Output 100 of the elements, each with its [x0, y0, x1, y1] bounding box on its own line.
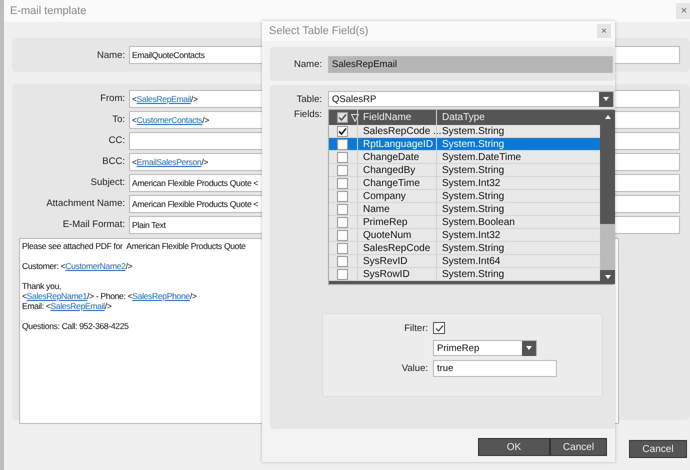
body-text: /> - Phone: < — [87, 291, 132, 301]
field-label: From: — [99, 93, 126, 104]
body-text: Please see attached PDF for American Flexible Products Quote — [22, 241, 246, 251]
body-text: Customer: < — [22, 261, 66, 271]
field-value: EmailQuoteContacts — [132, 50, 205, 60]
table-dropdown[interactable]: QSalesRP — [328, 91, 614, 107]
row-checkbox[interactable] — [337, 256, 348, 266]
close-button[interactable]: × — [597, 24, 611, 38]
grid-row[interactable]: SalesRepCode ...System.String — [329, 125, 600, 138]
close-button[interactable]: × — [676, 3, 690, 19]
field-name: ChangeDate — [363, 152, 420, 162]
grid-row[interactable]: ChangedBy System.String — [329, 164, 600, 177]
grid-row[interactable]: PrimeRep System.Boolean — [329, 216, 600, 229]
field-name: SalesRepCode — [363, 242, 430, 254]
body-text: Email: < — [22, 301, 51, 311]
field-label: Value: — [400, 362, 429, 374]
field-name: ChangedBy — [363, 164, 416, 176]
cancel-button[interactable]: Cancel — [629, 440, 687, 458]
data-type: System.String — [442, 138, 504, 150]
grid-row[interactable]: SalesRepCode System.String — [329, 242, 600, 255]
data-type: System.Int32 — [442, 230, 500, 240]
field-text: /> — [201, 156, 208, 166]
body-text: /> — [190, 291, 197, 301]
grid-row[interactable]: Company System.String — [329, 190, 600, 203]
field-text: American Flexible Products Quote < — [132, 198, 258, 208]
field-value: SalesRepEmail — [332, 58, 397, 70]
filter-checkbox[interactable] — [433, 322, 445, 334]
field-text: < — [132, 94, 137, 104]
window-title: E-mail template — [10, 5, 86, 17]
field-label: E-Mail Format: — [62, 219, 126, 230]
tag-link[interactable]: SalesRepPhone — [132, 291, 190, 301]
field-label: Name: — [293, 58, 323, 70]
field-label: Name: — [96, 50, 126, 60]
grid-row[interactable]: RptLanguageID System.String — [329, 138, 600, 151]
field-text: /> — [202, 114, 209, 124]
field-text: Plain Text — [132, 220, 166, 230]
row-checkbox[interactable] — [337, 230, 348, 240]
field-value: true — [437, 362, 454, 374]
field-label: Table: — [296, 94, 323, 104]
field-name: Company — [363, 190, 406, 202]
scrollbar[interactable] — [600, 110, 615, 284]
field-name: ChangeTime — [363, 178, 420, 188]
grid-row[interactable]: SysRevID System.Int64 — [329, 255, 600, 268]
field-name: SysRowID — [363, 268, 410, 280]
field-label: CC: — [108, 135, 126, 146]
row-checkbox[interactable] — [337, 190, 348, 202]
field-name: SalesRepCode ... — [363, 126, 442, 136]
field-name: QuoteNum — [363, 230, 412, 240]
row-checkbox[interactable] — [337, 178, 348, 188]
grid-row[interactable]: QuoteNum System.Int32 — [329, 229, 600, 242]
row-checkbox[interactable] — [337, 204, 348, 214]
tag-link[interactable]: EmailSalesPerson — [136, 156, 202, 166]
grid-row[interactable]: ChangeTime System.Int32 — [329, 177, 600, 190]
data-type: System.Boolean — [442, 216, 515, 228]
data-type: System.String — [442, 190, 504, 202]
row-checkbox[interactable] — [337, 242, 348, 254]
data-type: System.Int32 — [442, 178, 500, 188]
tag-link[interactable]: SalesRepName1 — [26, 291, 88, 301]
tag-link[interactable]: SalesRepEmail — [50, 301, 105, 311]
row-checkbox[interactable] — [337, 268, 348, 280]
field-name: SysRevID — [363, 256, 408, 266]
field-label: Subject: — [90, 177, 126, 188]
row-checkbox[interactable] — [337, 216, 348, 228]
tag-link[interactable]: CustomerName2 — [65, 261, 126, 271]
cancel-button[interactable]: Cancel — [550, 438, 607, 456]
data-type: System.String — [442, 268, 504, 280]
field-name: PrimeRep — [363, 216, 408, 228]
field-text: < — [132, 114, 137, 124]
field-label: Fields: — [293, 109, 323, 120]
field-label: Attachment Name: — [45, 198, 126, 209]
data-type: System.DateTime — [442, 152, 522, 162]
dialog-title: Select Table Field(s) — [269, 25, 368, 37]
field-text: /> — [190, 94, 198, 104]
row-checkbox[interactable] — [337, 138, 348, 150]
field-label: BCC: — [101, 156, 126, 167]
data-type: System.String — [442, 164, 504, 176]
tag-link[interactable]: SalesRepEmail — [136, 94, 191, 104]
data-type: System.String — [442, 126, 504, 136]
data-type: System.String — [442, 242, 504, 254]
tag-link[interactable]: CustomerContacts — [136, 114, 202, 124]
field-text: American Flexible Products Quote < — [132, 178, 258, 188]
filter-icon[interactable] — [351, 114, 359, 122]
grid-row[interactable]: SysRowID System.String — [329, 268, 600, 281]
row-checkbox[interactable] — [337, 152, 348, 162]
data-type: System.Int64 — [442, 256, 500, 266]
grid-row[interactable]: Name System.String — [329, 203, 600, 216]
ok-button[interactable]: OK — [478, 438, 550, 456]
body-text: Questions: Call: 952-368-4225 — [22, 321, 129, 331]
header-checkbox[interactable] — [337, 112, 348, 123]
row-checkbox[interactable] — [337, 126, 348, 136]
body-text: < — [22, 291, 27, 301]
field-label: To: — [111, 114, 126, 125]
filter-field-dropdown[interactable]: PrimeRep — [433, 340, 537, 356]
data-type: System.String — [442, 204, 504, 214]
grid-row[interactable]: ChangeDate System.DateTime — [329, 151, 600, 164]
body-text: /> — [104, 301, 112, 311]
field-name: RptLanguageID — [363, 138, 434, 150]
field-label: Filter: — [403, 322, 429, 334]
value-field[interactable]: true — [433, 360, 557, 376]
row-checkbox[interactable] — [337, 164, 348, 176]
